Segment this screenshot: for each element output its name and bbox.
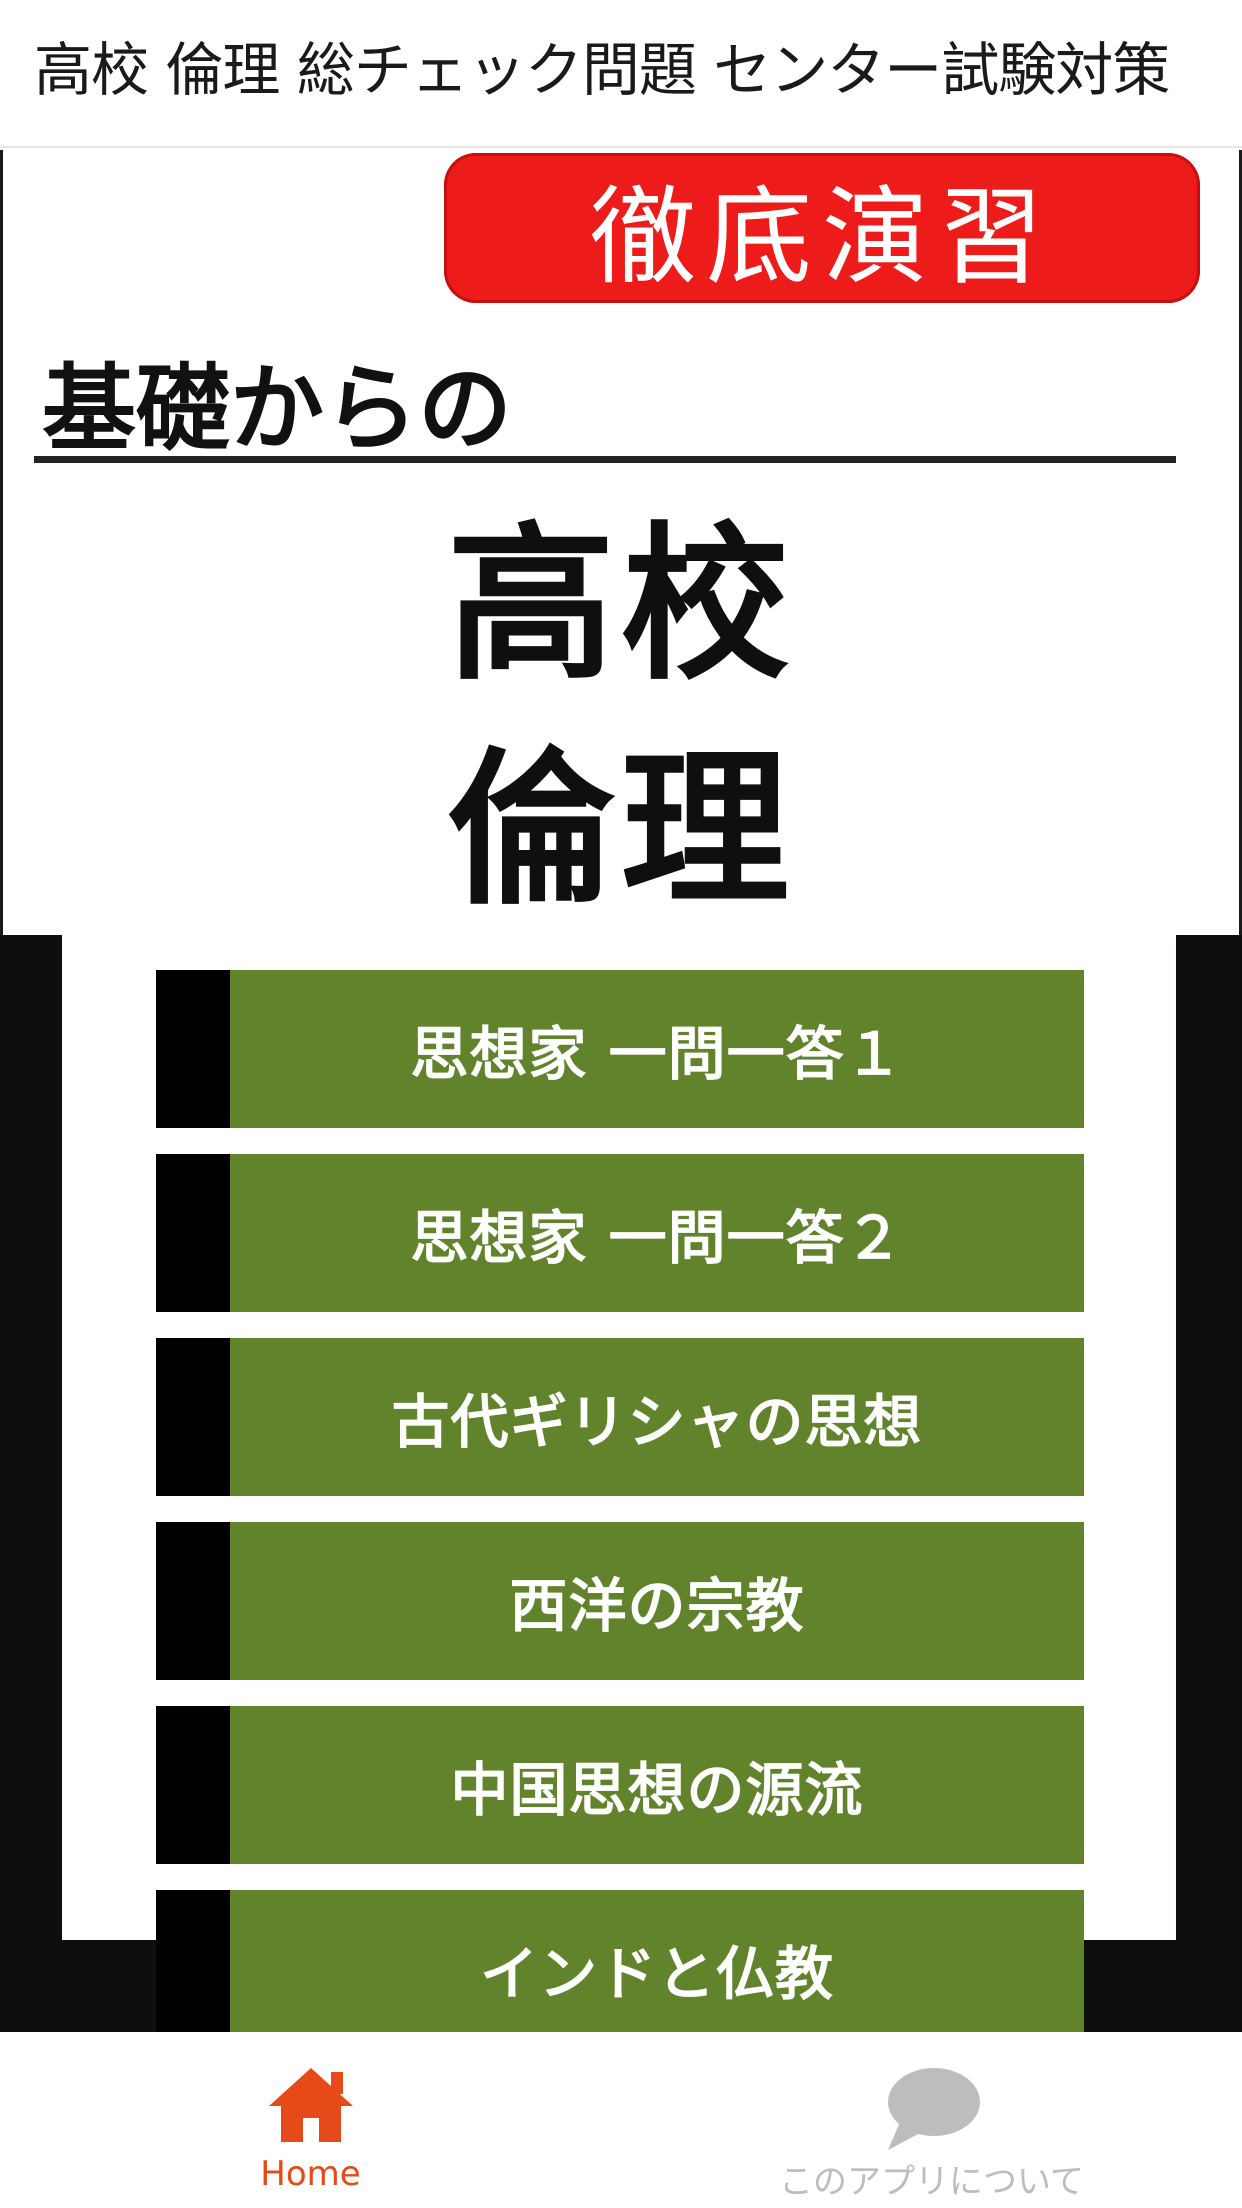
chat-bubble-icon xyxy=(882,2066,982,2156)
menu-item-label: 思想家 一問一答２ xyxy=(410,1204,904,1272)
banner: 徹底演習 xyxy=(444,153,1200,303)
menu-item-stripe xyxy=(156,1890,230,2032)
nav-home[interactable]: Home xyxy=(0,2032,621,2208)
app-bar: 高校 倫理 総チェック問題 センター試験対策 xyxy=(0,0,1242,148)
menu-item-body[interactable]: インドと仏教 xyxy=(230,1890,1084,2032)
menu-item-3[interactable]: 古代ギリシャの思想 xyxy=(156,1338,1084,1496)
menu-item-body[interactable]: 思想家 一問一答１ xyxy=(230,970,1084,1128)
menu-item-label: 古代ギリシャの思想 xyxy=(391,1388,923,1456)
menu-item-label: 西洋の宗教 xyxy=(509,1572,805,1640)
menu-item-label: インドと仏教 xyxy=(479,1940,834,2008)
menu-item-body[interactable]: 西洋の宗教 xyxy=(230,1522,1084,1680)
home-icon xyxy=(265,2062,357,2150)
nav-home-label: Home xyxy=(260,2154,361,2194)
menu-item-body[interactable]: 古代ギリシャの思想 xyxy=(230,1338,1084,1496)
frame-right xyxy=(1176,935,1242,2032)
menu-item-1[interactable]: 思想家 一問一答１ xyxy=(156,970,1084,1128)
menu-item-label: 思想家 一問一答１ xyxy=(410,1020,904,1088)
menu-item-label: 中国思想の源流 xyxy=(450,1756,864,1824)
menu-item-body[interactable]: 思想家 一問一答２ xyxy=(230,1154,1084,1312)
hero-title-line2: 倫理 xyxy=(447,732,795,928)
nav-about-label: このアプリについて xyxy=(779,2162,1084,2202)
app-title: 高校 倫理 総チェック問題 センター試験対策 xyxy=(34,36,1170,104)
menu-item-4[interactable]: 西洋の宗教 xyxy=(156,1522,1084,1680)
hero-title-line1: 高校 xyxy=(447,507,795,703)
main-content[interactable]: 徹底演習 基礎からの 高校 倫理 思想家 一問一答１ 思想家 一問一答２ 古代ギ… xyxy=(0,150,1242,2032)
menu-item-stripe xyxy=(156,1706,230,1864)
menu-item-2[interactable]: 思想家 一問一答２ xyxy=(156,1154,1084,1312)
menu-item-stripe xyxy=(156,1338,230,1496)
banner-text: 徹底演習 xyxy=(590,176,1054,299)
menu-item-stripe xyxy=(156,1154,230,1312)
menu-item-stripe xyxy=(156,1522,230,1680)
menu-item-stripe xyxy=(156,970,230,1128)
subtitle-underline xyxy=(34,456,1176,463)
menu-item-body[interactable]: 中国思想の源流 xyxy=(230,1706,1084,1864)
nav-about[interactable]: このアプリについて xyxy=(621,2032,1242,2208)
frame-left xyxy=(0,935,62,2032)
bottom-nav: Home このアプリについて xyxy=(0,2032,1242,2208)
subtitle: 基礎からの xyxy=(42,355,513,464)
menu-item-5[interactable]: 中国思想の源流 xyxy=(156,1706,1084,1864)
menu-item-6[interactable]: インドと仏教 xyxy=(156,1890,1084,2032)
